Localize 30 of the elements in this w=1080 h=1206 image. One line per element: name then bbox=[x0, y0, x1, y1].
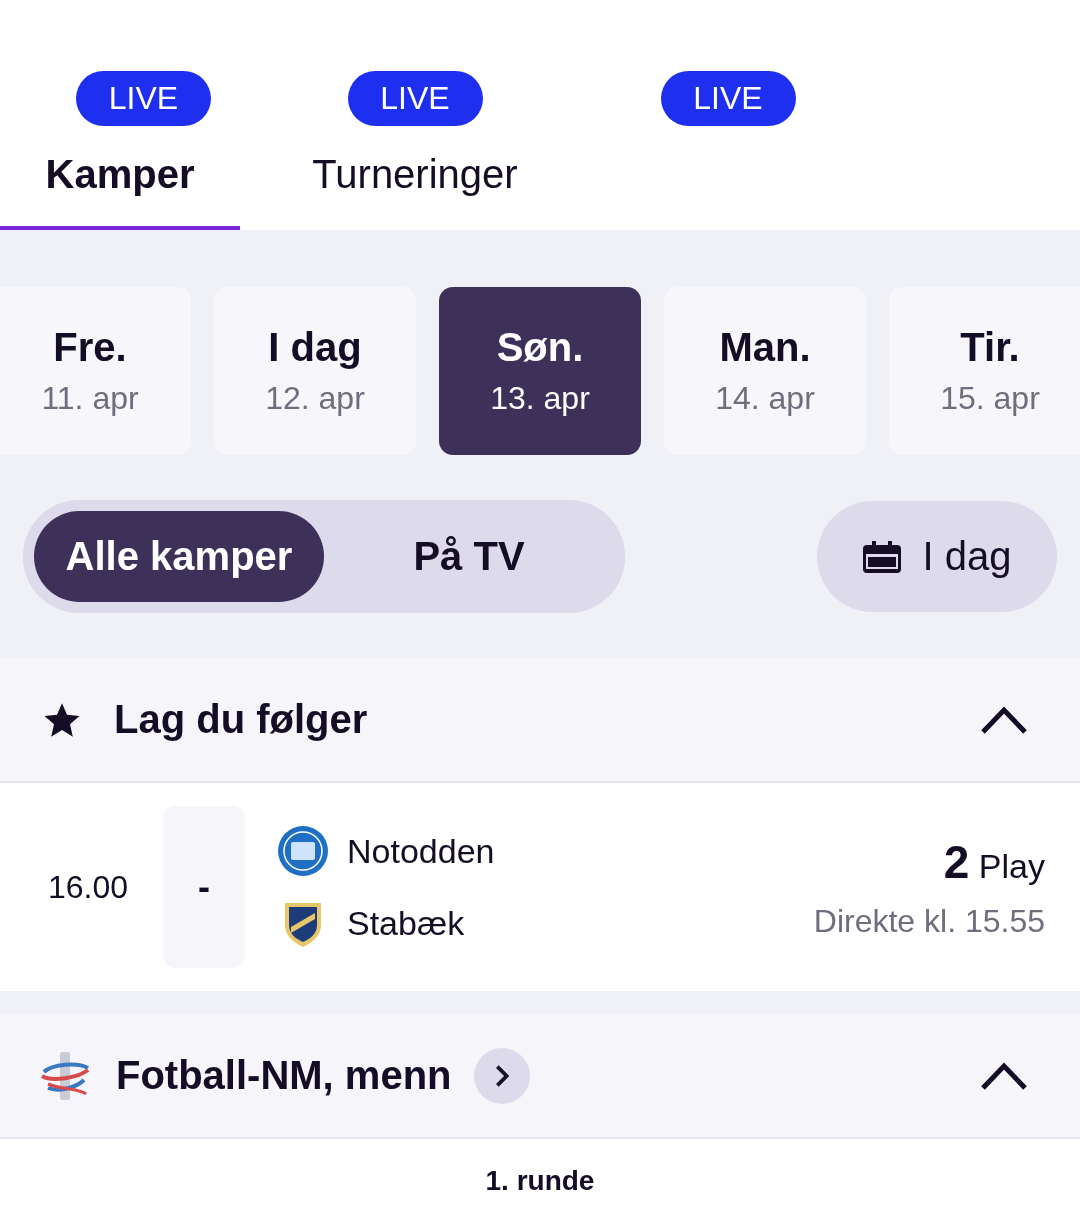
chevron-up-icon[interactable] bbox=[980, 1060, 1028, 1091]
section-header[interactable]: Lag du følger bbox=[0, 658, 1080, 783]
calendar-icon bbox=[862, 540, 901, 573]
filter-option[interactable]: På TV bbox=[324, 511, 614, 602]
round-label: 1. runde bbox=[485, 1167, 595, 1195]
tab[interactable]: LIVE Turneringer bbox=[240, 71, 590, 230]
tab[interactable]: LIVE bbox=[590, 71, 866, 230]
live-badge: LIVE bbox=[76, 71, 211, 126]
broadcast-time: Direkte kl. 15.55 bbox=[813, 902, 1045, 940]
date-picker-button[interactable]: I dag bbox=[817, 501, 1057, 612]
club-crest-icon bbox=[277, 825, 329, 877]
date-card[interactable]: Søn. 13. apr bbox=[439, 287, 641, 455]
section-header[interactable]: Fotball-NM, menn bbox=[0, 1014, 1080, 1139]
team-name: Stabæk bbox=[347, 903, 465, 943]
score-box: - bbox=[163, 806, 245, 968]
team-name: Notodden bbox=[347, 831, 495, 871]
live-badge: LIVE bbox=[660, 71, 796, 126]
section-title: Fotball-NM, menn bbox=[116, 1053, 452, 1098]
tab-label: Turneringer bbox=[312, 152, 518, 197]
channel-name: 2 Play bbox=[943, 834, 1045, 889]
match-time: 16.00 bbox=[48, 868, 130, 906]
filter-option[interactable]: Alle kamper bbox=[34, 511, 324, 602]
live-badge: LIVE bbox=[347, 71, 483, 126]
tab-label: Kamper bbox=[45, 152, 195, 197]
chevron-up-icon[interactable] bbox=[980, 704, 1028, 735]
date-card[interactable]: Tir. 15. apr bbox=[889, 287, 1080, 455]
section-title: Lag du følger bbox=[114, 697, 368, 742]
date-card[interactable]: Fre. 11. apr bbox=[0, 287, 191, 455]
date-card[interactable]: I dag 12. apr bbox=[214, 287, 416, 455]
date-card[interactable]: Man. 14. apr bbox=[664, 287, 866, 455]
